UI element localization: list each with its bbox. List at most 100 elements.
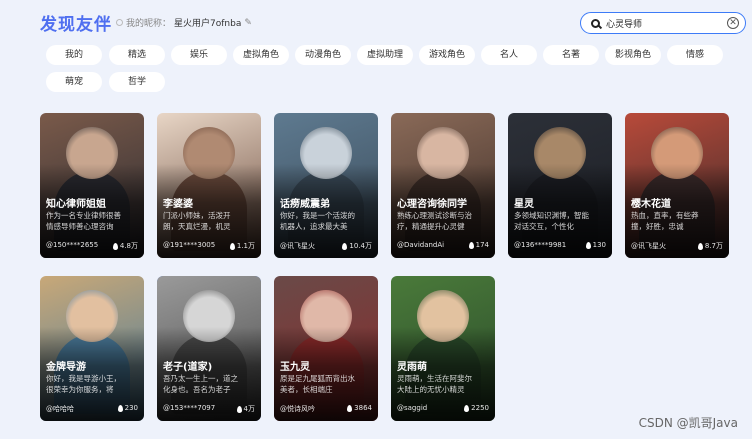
card-overlay: [274, 113, 378, 258]
card-author: @DavidandAi: [397, 241, 445, 249]
character-card[interactable]: 灵雨萌 灵雨萌，生活在阿斐尔 大陆上的无忧小精灵 @saggid 2250: [391, 276, 495, 421]
card-likes: 174: [468, 241, 489, 249]
card-overlay: [40, 113, 144, 258]
character-card[interactable]: 老子(道家) 吾乃太一生上一，道之 化身也。吾名为老子 @153****7097…: [157, 276, 261, 421]
card-likes: 4.8万: [112, 241, 138, 251]
search-box[interactable]: ✕: [580, 12, 746, 34]
card-likes: 10.4万: [342, 241, 372, 251]
card-desc-line-1: 吾乃太一生上一，道之: [163, 374, 238, 383]
edit-icon[interactable]: ✎: [244, 18, 252, 28]
tag-anime-role[interactable]: 动漫角色: [295, 45, 351, 65]
card-overlay: [391, 113, 495, 258]
card-likes-count: 1.1万: [236, 242, 255, 250]
character-card[interactable]: 话痨威震弟 你好，我是一个活泼的 机器人，追求最大美 @讯飞星火 10.4万: [274, 113, 378, 258]
card-author: @saggid: [397, 404, 428, 412]
header: 发现友伴 我的昵称： 星火用户7ofnba ✎ ✕: [0, 0, 752, 40]
character-card[interactable]: 玉九灵 原是足九尾狐而背出水 美者，长相端庄 @悦诗风吟 3864: [274, 276, 378, 421]
card-desc: 作为一名专业律师很善 情感导师善心理咨询: [46, 210, 138, 232]
card-desc: 原是足九尾狐而背出水 美者，长相端庄: [280, 373, 372, 395]
card-desc-line-2: 很荣幸为你服务，将: [46, 385, 114, 394]
card-footer: @DavidandAi 174: [397, 241, 489, 252]
card-desc-line-2: 美者，长相端庄: [280, 385, 333, 394]
card-footer: @悦诗风吟 3864: [280, 404, 372, 415]
card-likes: 4万: [236, 404, 255, 414]
card-name: 灵雨萌: [397, 362, 427, 373]
character-card[interactable]: 知心律师姐姐 作为一名专业律师很善 情感导师善心理咨询 @150****2655…: [40, 113, 144, 258]
tag-virtual-role[interactable]: 虚拟角色: [233, 45, 289, 65]
nickname-label: 我的昵称：: [126, 19, 172, 29]
card-desc-line-2: 大陆上的无忧小精灵: [397, 385, 465, 394]
card-author: @136****9981: [514, 241, 567, 249]
character-card[interactable]: 樱木花道 热血，直率，有些莽 撞，好胜，忠诚 @讯飞星火 8.7万: [625, 113, 729, 258]
card-overlay: [391, 276, 495, 421]
tag-philosophy[interactable]: 哲学: [109, 72, 165, 92]
tag-mine[interactable]: 我的: [46, 45, 102, 65]
card-overlay: [274, 276, 378, 421]
clear-icon[interactable]: ✕: [727, 17, 739, 29]
card-desc: 熟练心理测试诊断与治 疗，精通提升心灵健: [397, 210, 489, 232]
character-card[interactable]: 星灵 多领域知识渊博，智能 对话交互，个性化 @136****9981 130: [508, 113, 612, 258]
card-desc-line-2: 疗，精通提升心灵健: [397, 222, 465, 231]
card-likes: 3864: [347, 404, 372, 412]
card-author: @150****2655: [46, 241, 99, 249]
tag-virtual-assistant[interactable]: 虚拟助理: [357, 45, 413, 65]
card-overlay: [508, 113, 612, 258]
card-likes-count: 10.4万: [349, 242, 372, 250]
card-desc-line-2: 机器人，追求最大美: [280, 222, 348, 231]
card-desc-line-1: 你好，我是导游小王，: [46, 374, 121, 383]
card-likes-count: 174: [475, 241, 489, 249]
card-desc: 门派小师妹，活泼开 朗，天真烂漫，机灵: [163, 210, 255, 232]
card-name: 心理咨询徐同学: [397, 199, 467, 210]
tag-emotion[interactable]: 情感: [667, 45, 723, 65]
flame-icon: [117, 404, 123, 412]
flame-icon: [697, 242, 703, 250]
card-desc-line-1: 热血，直率，有些莽: [631, 211, 699, 220]
card-desc: 你好，我是导游小王， 很荣幸为你服务，将: [46, 373, 138, 395]
card-desc: 多领域知识渊博，智能 对话交互，个性化: [514, 210, 606, 232]
flame-icon: [112, 242, 118, 250]
tag-featured[interactable]: 精选: [109, 45, 165, 65]
card-likes: 230: [117, 404, 138, 412]
card-likes-count: 230: [124, 404, 138, 412]
card-desc-line-1: 作为一名专业律师很善: [46, 211, 121, 220]
card-overlay: [157, 276, 261, 421]
card-name: 金牌导游: [46, 362, 86, 373]
page-title: 发现友伴: [40, 15, 112, 35]
character-card[interactable]: 金牌导游 你好，我是导游小王， 很荣幸为你服务，将 @哈哈哈 230: [40, 276, 144, 421]
card-name: 老子(道家): [163, 362, 213, 373]
search-input[interactable]: [606, 18, 716, 28]
tag-pets[interactable]: 萌宠: [46, 72, 102, 92]
card-desc-line-1: 门派小师妹，活泼开: [163, 211, 231, 220]
card-likes-count: 2250: [471, 404, 489, 412]
card-likes: 130: [585, 241, 606, 249]
tag-celebrity[interactable]: 名人: [481, 45, 537, 65]
card-desc-line-2: 对话交互，个性化: [514, 222, 574, 231]
card-footer: @saggid 2250: [397, 404, 489, 415]
tag-entertainment[interactable]: 娱乐: [171, 45, 227, 65]
card-author: @悦诗风吟: [280, 405, 315, 413]
card-author: @191****3005: [163, 241, 216, 249]
card-desc-line-2: 化身也。吾名为老子: [163, 385, 231, 394]
card-desc: 热血，直率，有些莽 撞，好胜，忠诚: [631, 210, 723, 232]
tag-film-role[interactable]: 影视角色: [605, 45, 661, 65]
card-footer: @150****2655 4.8万: [46, 241, 138, 252]
card-desc-line-1: 熟练心理测试诊断与治: [397, 211, 472, 220]
card-desc-line-2: 朗，天真烂漫，机灵: [163, 222, 231, 231]
character-card[interactable]: 李婆婆 门派小师妹，活泼开 朗，天真烂漫，机灵 @191****3005 1.1…: [157, 113, 261, 258]
flame-icon: [468, 241, 474, 249]
character-card[interactable]: 心理咨询徐同学 熟练心理测试诊断与治 疗，精通提升心灵健 @DavidandAi…: [391, 113, 495, 258]
card-name: 樱木花道: [631, 199, 671, 210]
card-footer: @153****7097 4万: [163, 404, 255, 415]
search-icon: [591, 18, 600, 28]
tag-game-role[interactable]: 游戏角色: [419, 45, 475, 65]
flame-icon: [236, 405, 242, 413]
card-author: @讯飞星火: [631, 242, 666, 250]
card-desc-line-1: 灵雨萌，生活在阿斐尔: [397, 374, 472, 383]
flame-icon: [585, 241, 591, 249]
tag-classics[interactable]: 名著: [543, 45, 599, 65]
card-likes-count: 4.8万: [119, 242, 138, 250]
card-likes: 1.1万: [229, 241, 255, 251]
card-desc: 吾乃太一生上一，道之 化身也。吾名为老子: [163, 373, 255, 395]
card-likes: 8.7万: [697, 241, 723, 251]
card-name: 星灵: [514, 199, 534, 210]
